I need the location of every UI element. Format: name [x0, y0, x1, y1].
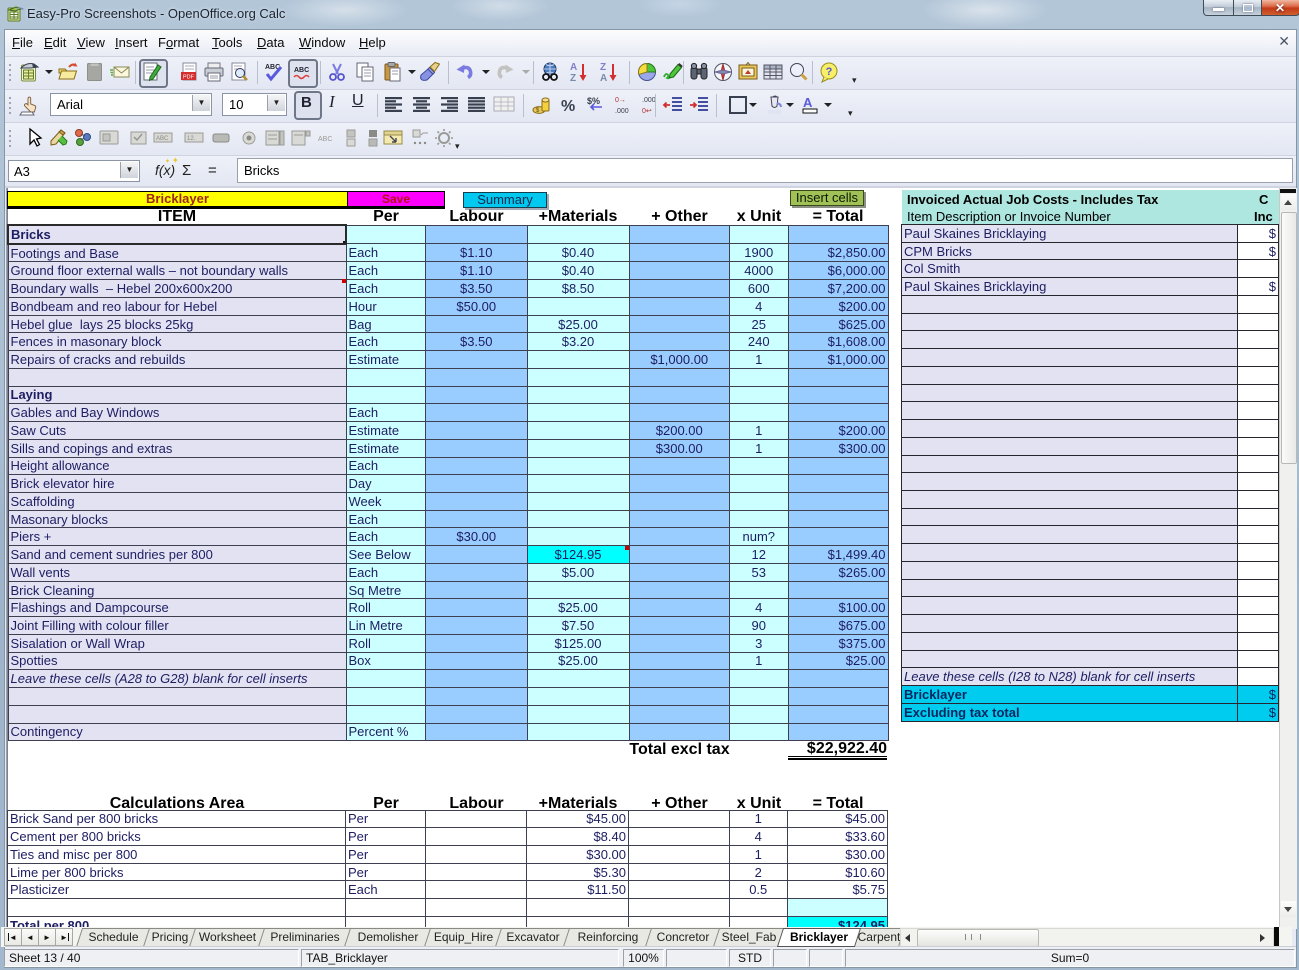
svg-text:0↩: 0↩ [642, 108, 652, 115]
svg-text:A: A [600, 73, 607, 83]
svg-text:?: ? [826, 66, 833, 78]
svg-text:ABC: ABC [318, 136, 332, 143]
svg-text:ABC: ABC [294, 67, 309, 74]
svg-text:A: A [570, 62, 577, 73]
svg-text:0→: 0→ [615, 97, 626, 104]
svg-text:.000: .000 [642, 97, 656, 104]
svg-text:Z: Z [600, 62, 606, 73]
svg-text:A: A [803, 95, 813, 110]
svg-text:%: % [561, 98, 575, 115]
svg-text:PDF: PDF [183, 75, 195, 81]
svg-text:Z: Z [570, 73, 576, 83]
svg-text:12.: 12. [187, 136, 196, 142]
svg-text:.000: .000 [615, 108, 629, 115]
svg-text:ABC: ABC [156, 136, 169, 142]
